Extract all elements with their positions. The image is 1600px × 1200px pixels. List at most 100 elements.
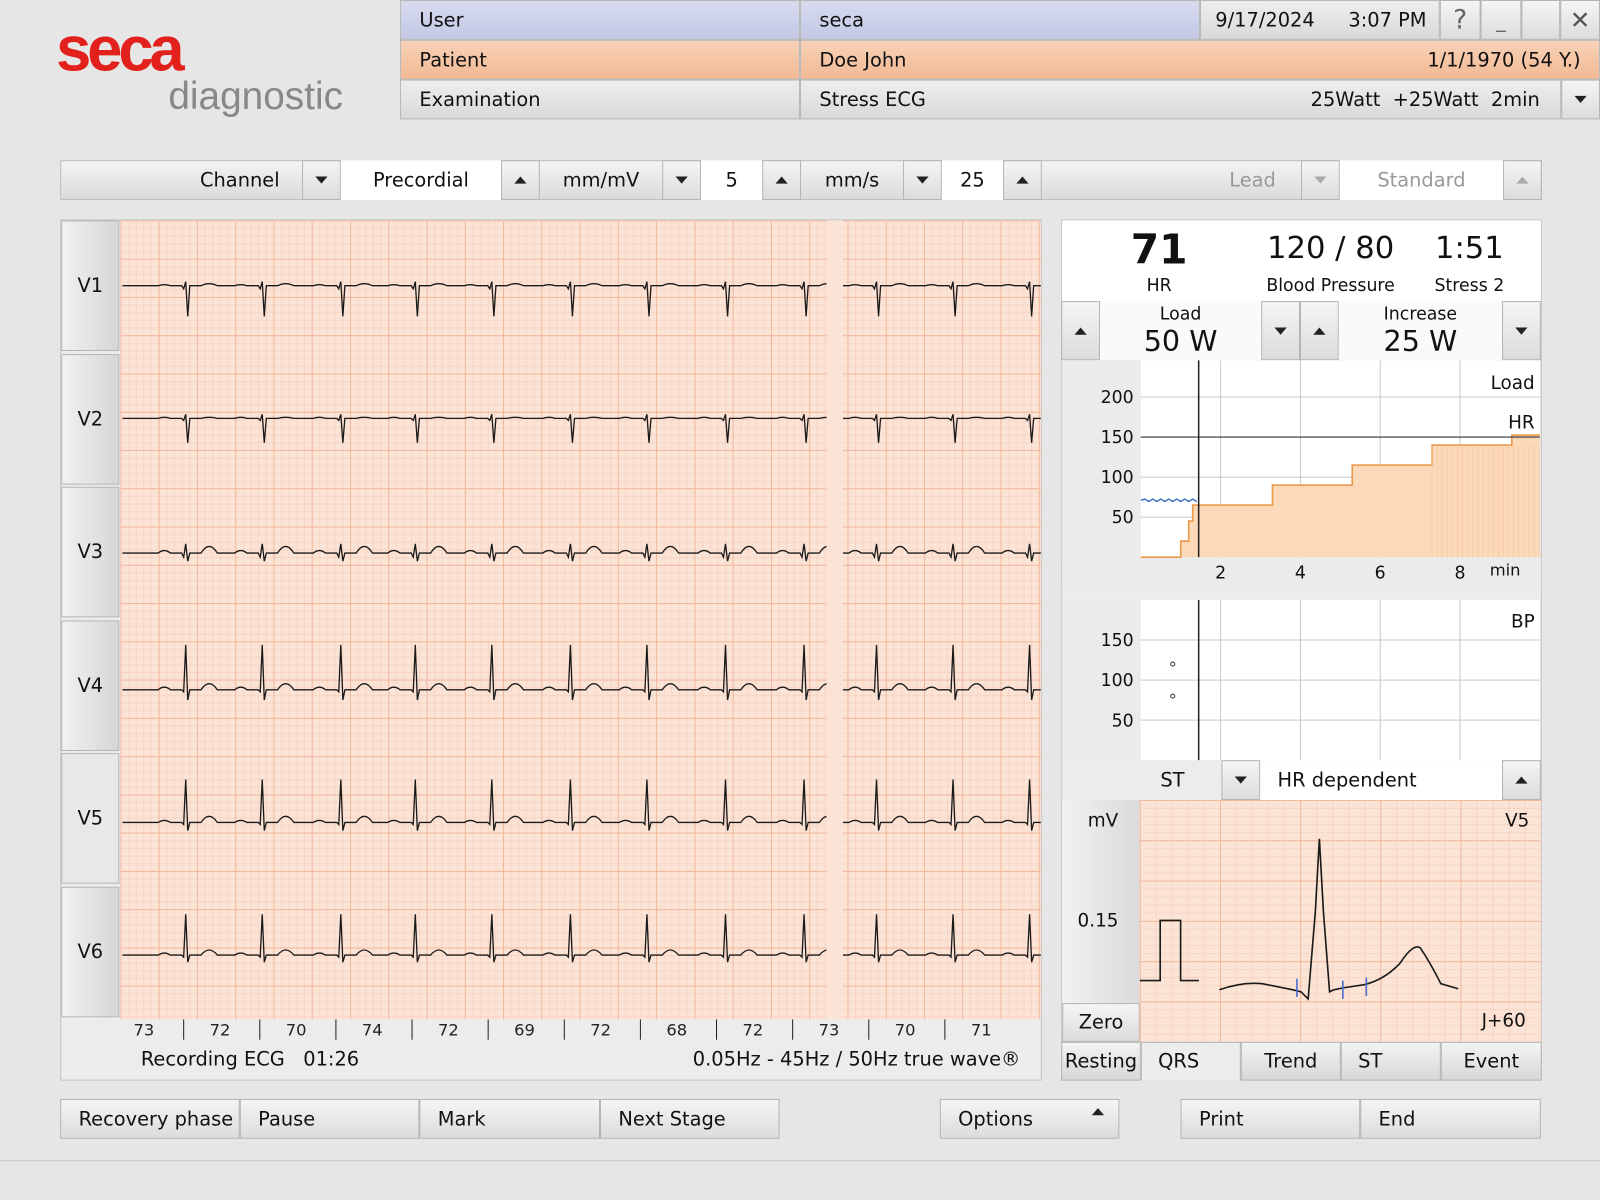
- st-measure-point: J+60: [1481, 1010, 1526, 1032]
- tab-resting[interactable]: Resting: [1061, 1041, 1141, 1081]
- next-stage-button[interactable]: Next Stage: [599, 1098, 780, 1139]
- ecg-trace-v2: [842, 414, 1041, 443]
- close-button[interactable]: ✕: [1560, 0, 1600, 40]
- lead-value[interactable]: Standard: [1339, 160, 1504, 200]
- trend-y-tick: 150: [1101, 428, 1134, 448]
- st-mode-up-button[interactable]: [1502, 760, 1541, 800]
- ecg-trace-v4: [842, 644, 1041, 701]
- gain-up-button[interactable]: [762, 160, 802, 200]
- beat-hr-value: 72: [590, 1021, 611, 1040]
- beat-hr-value: 72: [210, 1021, 231, 1040]
- tab-st[interactable]: ST: [1340, 1041, 1441, 1081]
- gain-value[interactable]: 5: [701, 160, 763, 200]
- app-window: seca diagnostic User seca 9/17/2024 3:07…: [0, 0, 1600, 1200]
- ecg-trace-v1: [842, 281, 1041, 317]
- chevron-down-icon: [675, 176, 688, 184]
- speed-label: mm/s: [824, 168, 880, 192]
- minimize-icon: _: [1496, 10, 1506, 33]
- patient-name: Doe John: [819, 48, 907, 71]
- st-lead: V5: [1505, 810, 1530, 832]
- speed-down-button[interactable]: [903, 160, 942, 200]
- protocol-dropdown[interactable]: [1561, 79, 1600, 120]
- stage-time: 1:51: [1435, 230, 1504, 267]
- trend-x-tick: 4: [1295, 564, 1306, 584]
- bp-value: 120 / 80: [1267, 230, 1395, 267]
- st-mode-value[interactable]: HR dependent: [1260, 760, 1503, 800]
- ecg-trace-v6: [122, 914, 838, 963]
- ecg-trace-v1: [122, 281, 837, 317]
- lead-tab-label: V2: [77, 407, 104, 431]
- date: 9/17/2024: [1215, 8, 1315, 32]
- hr-label: HR: [1146, 275, 1172, 296]
- averaged-qrs-complex: [1219, 838, 1459, 1001]
- beat-hr-value: 68: [666, 1021, 687, 1040]
- trend-x-tick: 8: [1454, 564, 1465, 584]
- zero-button[interactable]: Zero: [1062, 1003, 1140, 1042]
- increase-field: Increase 25 W: [1338, 301, 1503, 361]
- channel-up-button[interactable]: [501, 160, 540, 200]
- pause-button[interactable]: Pause: [239, 1098, 420, 1139]
- speed-up-button[interactable]: [1003, 160, 1042, 200]
- lead-tab-v3[interactable]: V3: [61, 486, 120, 618]
- beat-hr-row: 73 72 70 74 72 69 72 68 72 73 70 71: [133, 1019, 992, 1040]
- gain-label: mm/mV: [562, 168, 640, 192]
- trend-chart: 200 150 100 50 2 4 6 8 min Load HR: [1062, 360, 1541, 587]
- trend-x-tick: 2: [1215, 564, 1226, 584]
- recording-time: 01:26: [303, 1047, 360, 1071]
- recovery-phase-button[interactable]: Recovery phase: [60, 1098, 240, 1139]
- st-mode-down-button[interactable]: [1221, 760, 1261, 800]
- tab-trend[interactable]: Trend: [1240, 1041, 1341, 1081]
- logo-subtitle: diagnostic: [168, 75, 343, 119]
- bp-legend: BP: [1511, 612, 1535, 633]
- minimize-button[interactable]: _: [1480, 0, 1522, 40]
- chevron-up-icon: [514, 176, 527, 184]
- lead-up-button[interactable]: [1503, 160, 1542, 200]
- end-button[interactable]: End: [1360, 1098, 1541, 1139]
- lead-tab-v5[interactable]: V5: [61, 753, 120, 884]
- chevron-down-icon: [1274, 327, 1287, 335]
- increase-up-button[interactable]: [1299, 301, 1339, 361]
- beat-hr-value: 74: [362, 1021, 383, 1040]
- bp-y-tick: 100: [1101, 671, 1134, 691]
- help-button[interactable]: ?: [1439, 0, 1481, 40]
- beat-hr-value: 72: [438, 1021, 459, 1040]
- lead-down-button[interactable]: [1301, 160, 1340, 200]
- trend-legend-hr: HR: [1508, 413, 1535, 434]
- lead-tab-v2[interactable]: V2: [61, 353, 120, 485]
- tab-qrs[interactable]: QRS: [1140, 1041, 1241, 1081]
- speed-value[interactable]: 25: [941, 160, 1004, 200]
- beat-hr-value: 70: [286, 1021, 307, 1040]
- lead-tab-v4[interactable]: V4: [61, 619, 120, 751]
- ecg-paper: [120, 220, 1041, 1020]
- beat-hr-value: 71: [971, 1021, 992, 1040]
- tab-event[interactable]: Event: [1440, 1041, 1542, 1081]
- channel-value[interactable]: Precordial: [340, 160, 502, 200]
- lead-tab-v1[interactable]: V1: [61, 220, 120, 352]
- ecg-trace-v2: [122, 414, 836, 443]
- trend-y-tick: 100: [1101, 468, 1134, 488]
- calibration-pulse: [1139, 919, 1199, 982]
- protocol: 25Watt +25Watt 2min: [1310, 88, 1540, 111]
- options-button[interactable]: Options: [939, 1098, 1120, 1139]
- chevron-down-icon: [315, 176, 328, 184]
- lead-tab-label: V6: [77, 940, 104, 963]
- seca-logo: seca: [56, 14, 185, 85]
- user-label: User: [399, 0, 800, 40]
- load-up-button[interactable]: [1061, 301, 1100, 361]
- st-unit: mV: [1087, 810, 1119, 832]
- lead-tab-v6[interactable]: V6: [61, 886, 120, 1017]
- ecg-traces: [122, 281, 1041, 963]
- print-button[interactable]: Print: [1180, 1098, 1361, 1139]
- mark-button[interactable]: Mark: [419, 1098, 600, 1139]
- channel-down-button[interactable]: [302, 160, 341, 200]
- exam-info[interactable]: Stress ECG 25Watt +25Watt 2min: [799, 79, 1562, 120]
- chevron-up-icon: [1516, 176, 1529, 184]
- st-complex-trace: [1139, 838, 1459, 1001]
- patient-info[interactable]: Doe John 1/1/1970 (54 Y.): [799, 39, 1600, 80]
- gain-down-button[interactable]: [662, 160, 702, 200]
- increase-down-button[interactable]: [1502, 301, 1541, 361]
- trend-legend-load: Load: [1491, 373, 1535, 394]
- load-down-button[interactable]: [1261, 301, 1300, 361]
- ecg-trace-v5: [122, 779, 837, 831]
- hr-value: 71: [1130, 226, 1188, 274]
